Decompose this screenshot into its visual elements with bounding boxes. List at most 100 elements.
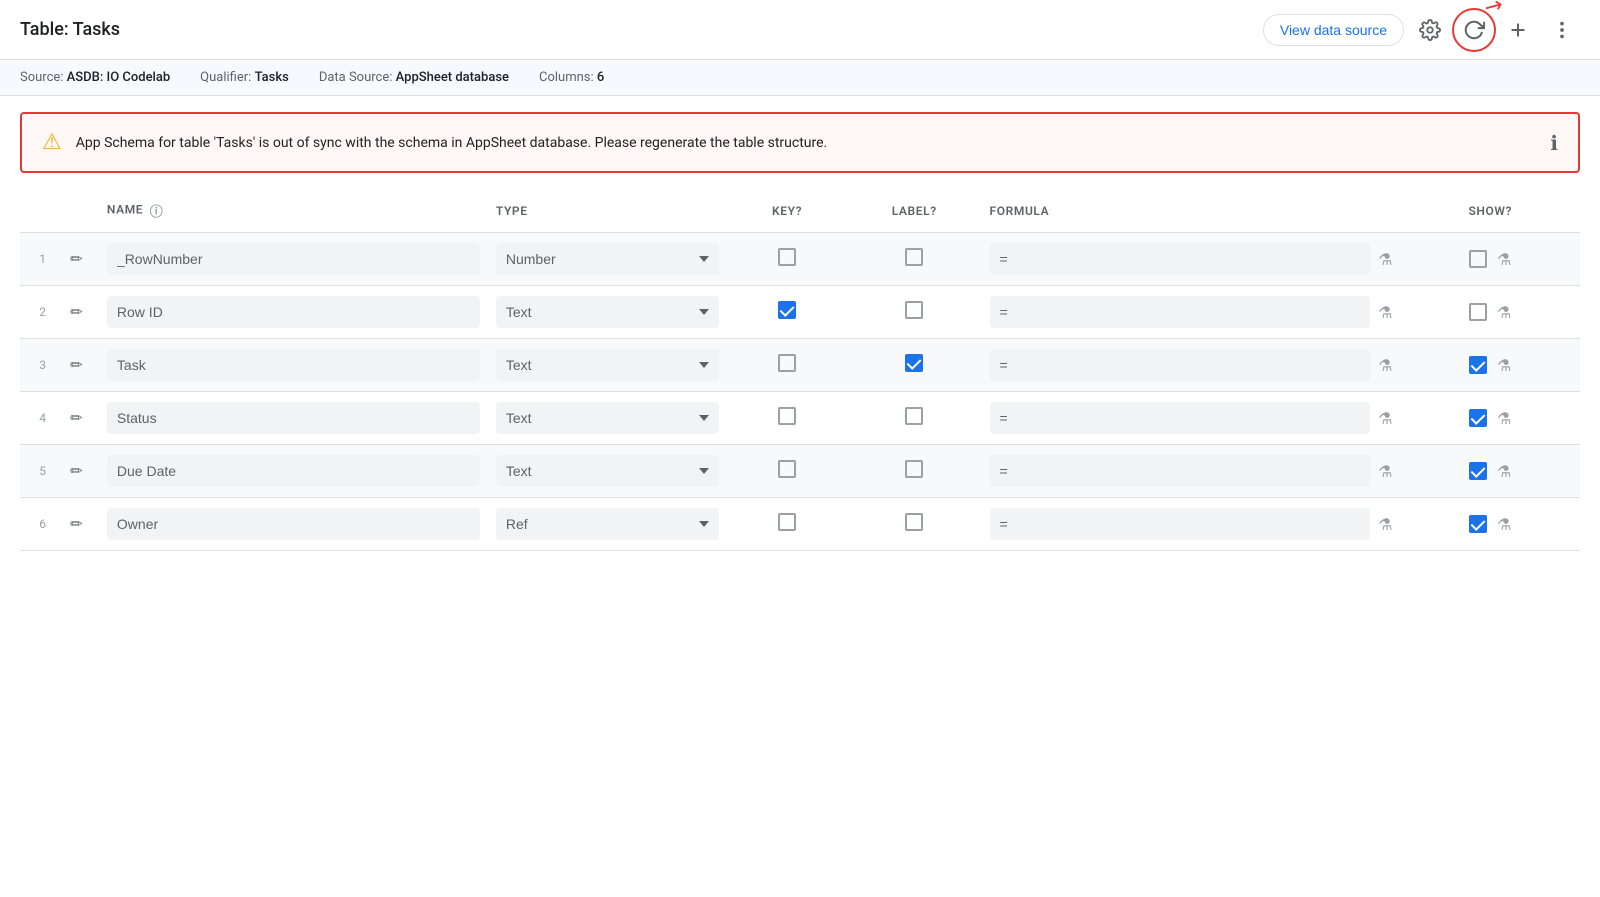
data-source-info: Data Source: AppSheet database bbox=[319, 70, 509, 85]
show-flask-icon[interactable]: ⚗ bbox=[1497, 462, 1511, 481]
formula-cell: ⚗ bbox=[982, 233, 1401, 286]
name-info-icon[interactable]: ⓘ bbox=[150, 205, 164, 220]
show-flask-icon[interactable]: ⚗ bbox=[1497, 303, 1511, 322]
name-input[interactable] bbox=[107, 402, 480, 434]
flask-icon[interactable]: ⚗ bbox=[1378, 303, 1392, 322]
edit-icon[interactable]: ✏ bbox=[70, 515, 83, 533]
name-cell bbox=[99, 392, 488, 445]
show-flask-icon[interactable]: ⚗ bbox=[1497, 409, 1511, 428]
label-checkbox[interactable] bbox=[905, 407, 923, 425]
add-button[interactable] bbox=[1500, 12, 1536, 48]
show-flask-icon[interactable]: ⚗ bbox=[1497, 356, 1511, 375]
show-cell: ⚗ bbox=[1400, 339, 1580, 392]
type-cell: TextNumberDateRefLongTextEmailDecimalYes… bbox=[488, 233, 727, 286]
label-checkbox[interactable] bbox=[905, 460, 923, 478]
key-checkbox[interactable] bbox=[778, 301, 796, 319]
key-checkbox[interactable] bbox=[778, 513, 796, 531]
columns-table: NAME ⓘ TYPE KEY? LABEL? FORMULA SHOW? 1✏… bbox=[20, 189, 1580, 551]
th-formula: FORMULA bbox=[982, 189, 1401, 233]
refresh-button[interactable] bbox=[1456, 12, 1492, 48]
show-checkbox[interactable] bbox=[1469, 515, 1487, 533]
warning-icon: ⚠ bbox=[42, 130, 62, 155]
name-input[interactable] bbox=[107, 508, 480, 540]
formula-input[interactable] bbox=[990, 402, 1371, 434]
label-checkbox[interactable] bbox=[905, 354, 923, 372]
key-cell bbox=[727, 445, 847, 498]
th-show: SHOW? bbox=[1400, 189, 1580, 233]
table-row: 6✏TextNumberDateRefLongTextEmailDecimalY… bbox=[20, 498, 1580, 551]
table-row: 1 ✏ TextNumberDateRefLongTextEmailDecimalY… bbox=[20, 233, 1580, 286]
edit-icon[interactable]: ✏ bbox=[70, 303, 83, 321]
show-cell: ⚗ bbox=[1400, 498, 1580, 551]
edit-icon-cell: ✏ bbox=[54, 392, 99, 445]
flask-icon[interactable]: ⚗ bbox=[1378, 515, 1392, 534]
table-row: 3✏TextNumberDateRefLongTextEmailDecimalY… bbox=[20, 339, 1580, 392]
type-select[interactable]: TextNumberDateRefLongTextEmailDecimalYes… bbox=[496, 508, 719, 540]
formula-input[interactable] bbox=[990, 349, 1371, 381]
table-row: 5✏TextNumberDateRefLongTextEmailDecimalY… bbox=[20, 445, 1580, 498]
name-input[interactable] bbox=[107, 243, 480, 275]
formula-input[interactable] bbox=[990, 508, 1371, 540]
flask-icon[interactable]: ⚗ bbox=[1378, 462, 1392, 481]
settings-icon-button[interactable] bbox=[1412, 12, 1448, 48]
type-cell: TextNumberDateRefLongTextEmailDecimalYes… bbox=[488, 392, 727, 445]
label-checkbox[interactable] bbox=[905, 248, 923, 266]
th-name: NAME ⓘ bbox=[99, 189, 488, 233]
row-number: 1 bbox=[20, 233, 54, 286]
label-cell bbox=[847, 286, 982, 339]
key-cell bbox=[727, 392, 847, 445]
more-options-button[interactable] bbox=[1544, 12, 1580, 48]
key-cell bbox=[727, 233, 847, 286]
formula-input[interactable] bbox=[990, 296, 1371, 328]
name-cell bbox=[99, 498, 488, 551]
edit-icon[interactable]: ✏ bbox=[70, 356, 83, 374]
show-checkbox[interactable] bbox=[1469, 303, 1487, 321]
key-cell bbox=[727, 339, 847, 392]
show-checkbox[interactable] bbox=[1469, 462, 1487, 480]
flask-icon[interactable]: ⚗ bbox=[1378, 250, 1392, 269]
formula-input[interactable] bbox=[990, 455, 1371, 487]
flask-icon[interactable]: ⚗ bbox=[1378, 356, 1392, 375]
label-checkbox[interactable] bbox=[905, 513, 923, 531]
show-cell: ⚗ bbox=[1400, 286, 1580, 339]
settings-icon bbox=[1419, 19, 1441, 41]
show-checkbox[interactable] bbox=[1469, 409, 1487, 427]
alert-banner: ⚠ App Schema for table 'Tasks' is out of… bbox=[20, 112, 1580, 173]
edit-icon[interactable]: ✏ bbox=[70, 409, 83, 427]
page-title: Table: Tasks bbox=[20, 19, 120, 40]
show-flask-icon[interactable]: ⚗ bbox=[1497, 515, 1511, 534]
view-data-source-button[interactable]: View data source bbox=[1263, 14, 1404, 46]
columns-table-container: NAME ⓘ TYPE KEY? LABEL? FORMULA SHOW? 1✏… bbox=[0, 189, 1600, 551]
formula-input[interactable] bbox=[990, 243, 1371, 275]
row-number: 2 bbox=[20, 286, 54, 339]
key-checkbox[interactable] bbox=[778, 460, 796, 478]
label-checkbox[interactable] bbox=[905, 301, 923, 319]
flask-icon[interactable]: ⚗ bbox=[1378, 409, 1392, 428]
refresh-icon bbox=[1463, 19, 1485, 41]
type-select[interactable]: TextNumberDateRefLongTextEmailDecimalYes… bbox=[496, 349, 719, 381]
th-row-num bbox=[20, 189, 54, 233]
type-select[interactable]: TextNumberDateRefLongTextEmailDecimalYes… bbox=[496, 243, 719, 275]
show-checkbox[interactable] bbox=[1469, 356, 1487, 374]
alert-info-icon[interactable]: ℹ bbox=[1550, 131, 1558, 155]
source-info: Source: ASDB: IO Codelab bbox=[20, 70, 170, 85]
show-checkbox[interactable] bbox=[1469, 250, 1487, 268]
edit-icon[interactable]: ✏ bbox=[70, 250, 83, 268]
edit-icon[interactable]: ✏ bbox=[70, 462, 83, 480]
key-checkbox[interactable] bbox=[778, 407, 796, 425]
name-input[interactable] bbox=[107, 349, 480, 381]
key-checkbox[interactable] bbox=[778, 354, 796, 372]
name-input[interactable] bbox=[107, 296, 480, 328]
type-select[interactable]: TextNumberDateRefLongTextEmailDecimalYes… bbox=[496, 402, 719, 434]
formula-cell: ⚗ bbox=[982, 392, 1401, 445]
alert-message: App Schema for table 'Tasks' is out of s… bbox=[76, 135, 828, 151]
refresh-button-container: ↗ bbox=[1456, 12, 1492, 48]
name-input[interactable] bbox=[107, 455, 480, 487]
type-select[interactable]: TextNumberDateRefLongTextEmailDecimalYes… bbox=[496, 455, 719, 487]
table-row: 4✏TextNumberDateRefLongTextEmailDecimalY… bbox=[20, 392, 1580, 445]
formula-cell: ⚗ bbox=[982, 286, 1401, 339]
type-select[interactable]: TextNumberDateRefLongTextEmailDecimalYes… bbox=[496, 296, 719, 328]
more-icon bbox=[1551, 19, 1573, 41]
key-checkbox[interactable] bbox=[778, 248, 796, 266]
show-flask-icon[interactable]: ⚗ bbox=[1497, 250, 1511, 269]
